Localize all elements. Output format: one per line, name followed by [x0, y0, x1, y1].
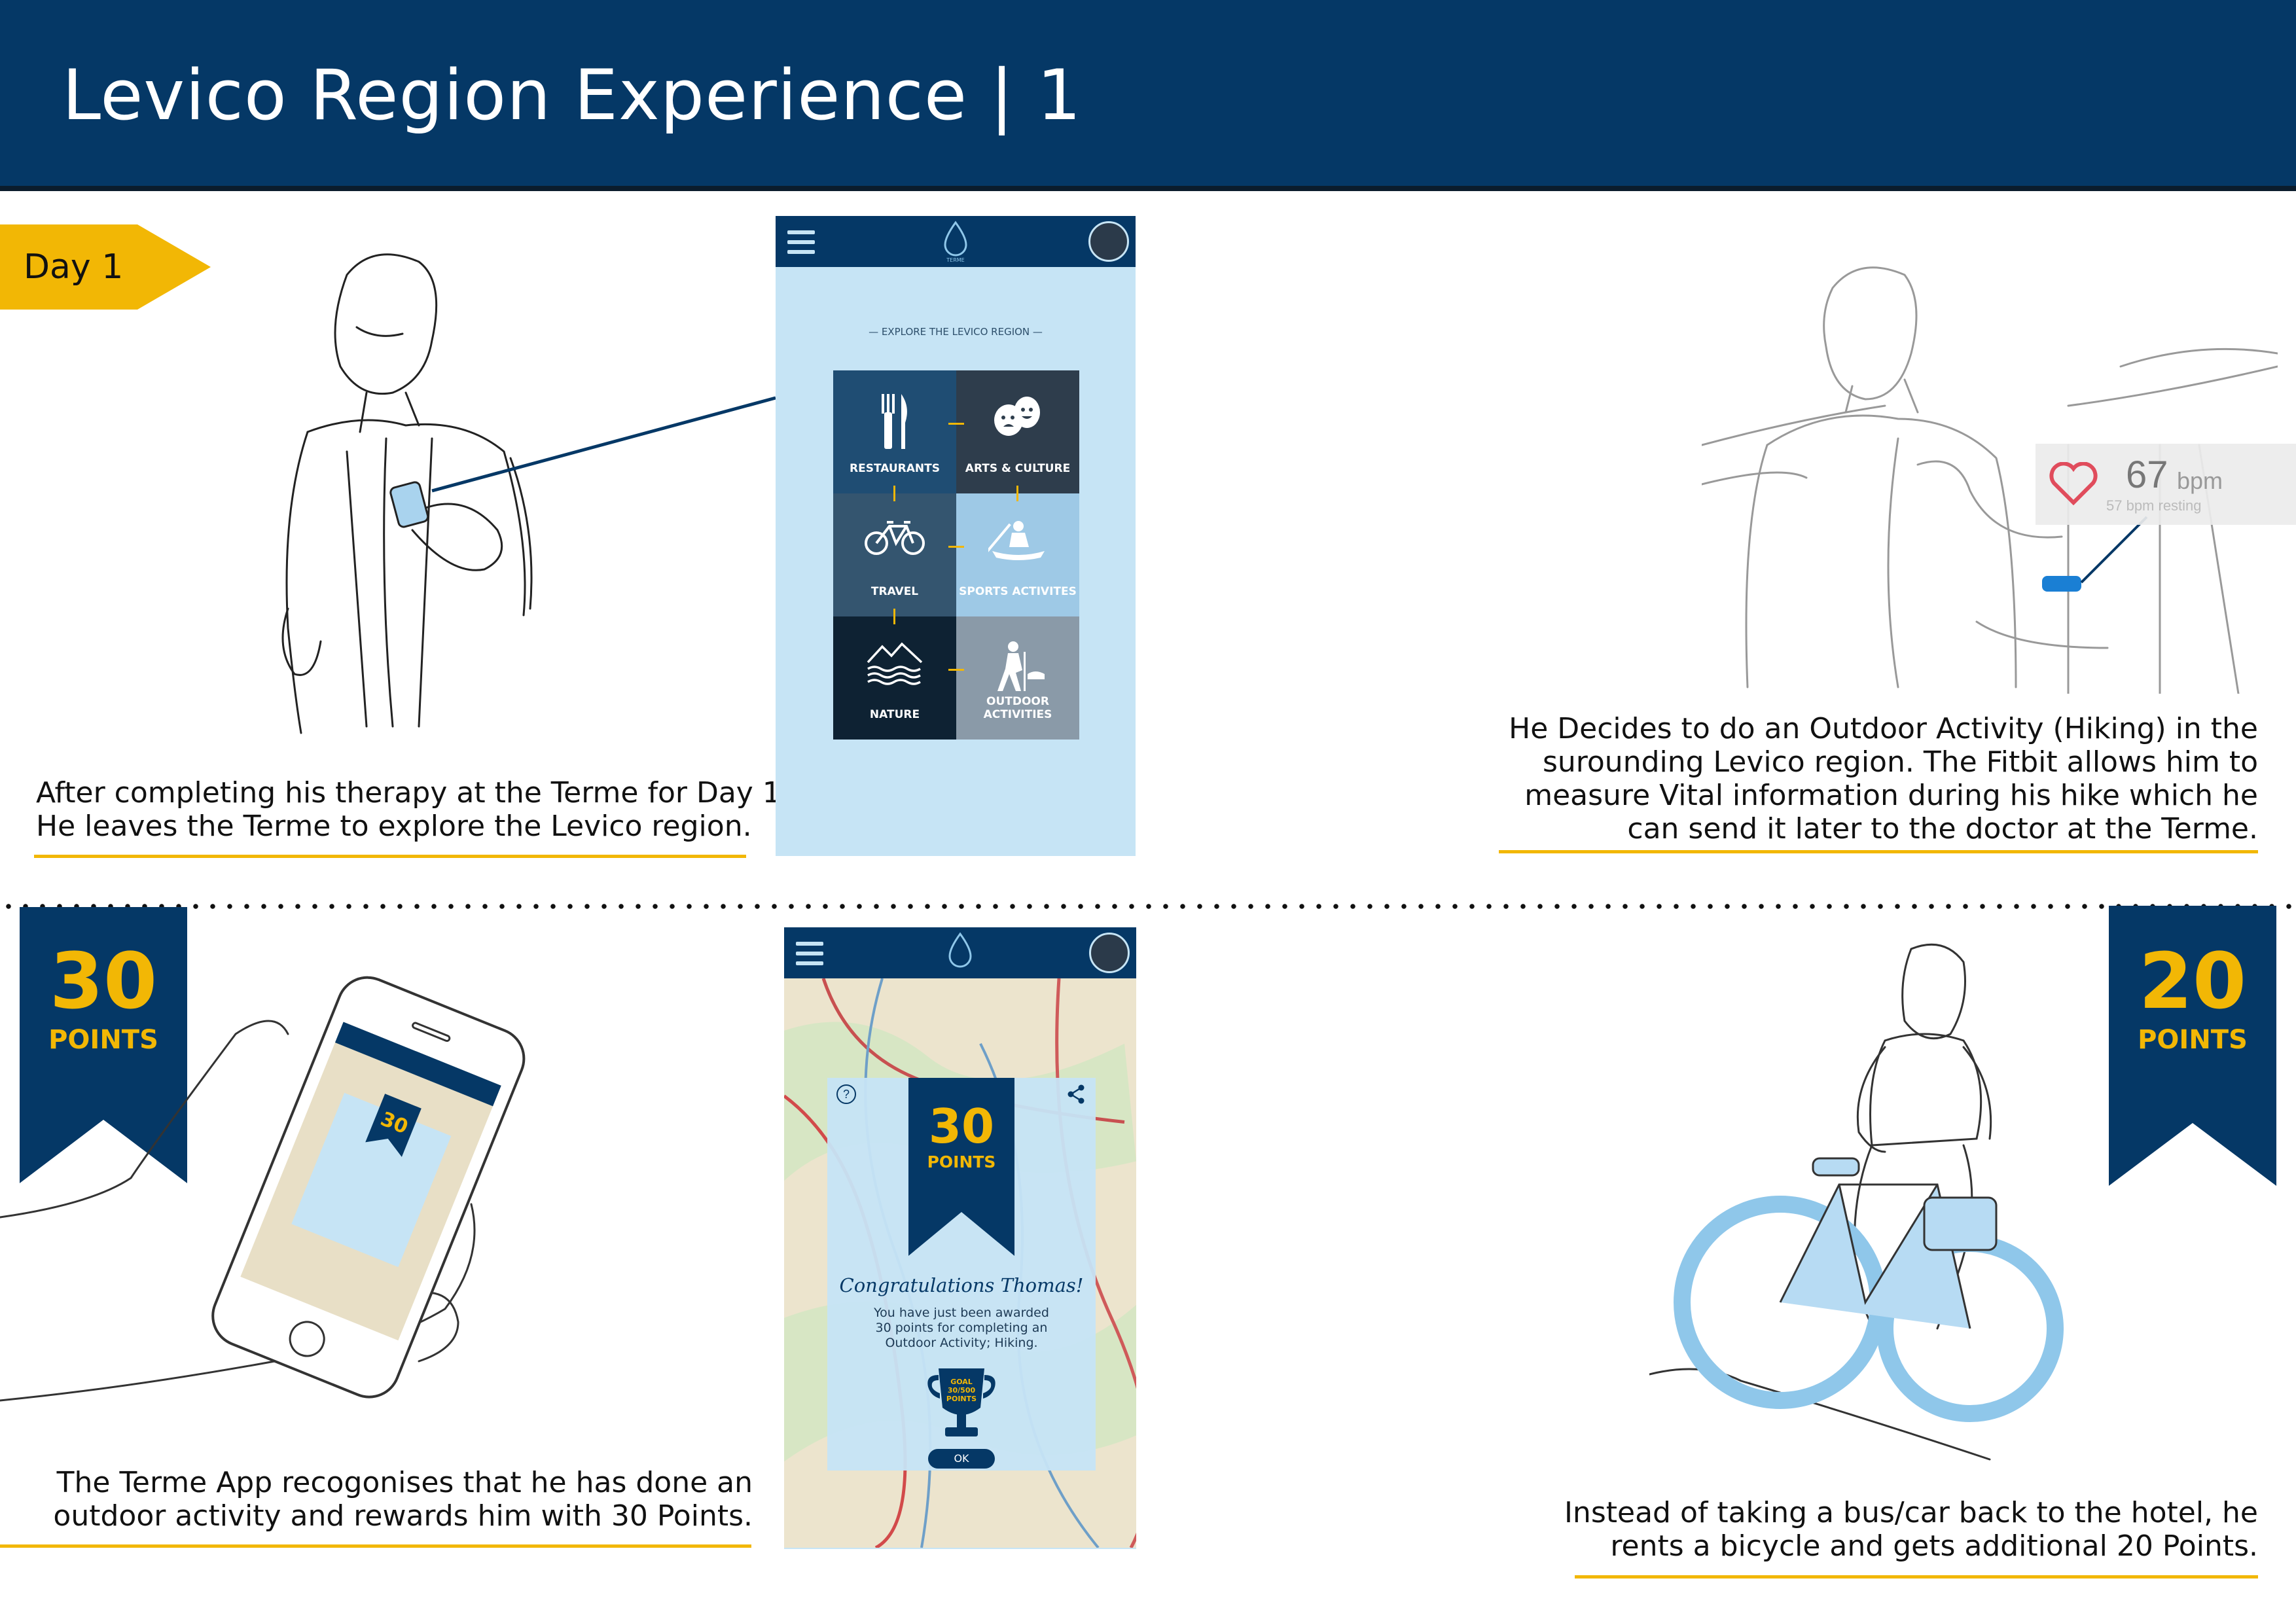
- tile-restaurants[interactable]: RESTAURANTS: [833, 370, 956, 493]
- grid-connector: [1016, 486, 1018, 501]
- goal-line: POINTS: [946, 1395, 977, 1403]
- tile-label: ARTS & CULTURE: [965, 462, 1071, 475]
- caption-bottom-right: Instead of taking a bus/car back to the …: [1564, 1496, 2258, 1563]
- tile-outdoor-activities[interactable]: OUTDOOR ACTIVITIES: [956, 616, 1079, 740]
- logo-text: TERME: [946, 257, 964, 263]
- menu-icon[interactable]: [796, 942, 823, 965]
- tile-label: TRAVEL: [870, 585, 919, 598]
- caption-top-left: After completing his therapy at the Term…: [36, 776, 781, 843]
- goal-line: 30/500: [947, 1386, 976, 1395]
- fork-knife-icon: [882, 394, 907, 449]
- terme-logo-icon: TERME: [944, 221, 967, 263]
- message-line: 30 points for completing an: [875, 1321, 1048, 1335]
- kayak-icon: [988, 521, 1045, 560]
- caption-underline: [34, 855, 746, 858]
- tile-sports-activites[interactable]: SPORTS ACTIVITES: [956, 493, 1079, 616]
- reward-points-value: 30: [928, 1099, 995, 1154]
- message-line: Outdoor Activity; Hiking.: [885, 1336, 1038, 1350]
- congrats-heading: Congratulations Thomas!: [839, 1274, 1084, 1296]
- section-divider: [0, 904, 2296, 909]
- caption-line: After completing his therapy at the Term…: [36, 776, 781, 810]
- bpm-value: 67: [2126, 454, 2168, 496]
- tile-label: OUTDOOR ACTIVITIES: [983, 695, 1052, 721]
- grid-connector: [893, 486, 895, 501]
- theatre-masks-icon: [994, 397, 1040, 436]
- section-title: — EXPLORE THE LEVICO REGION —: [869, 326, 1043, 338]
- caption-line: can send it later to the doctor at the T…: [1627, 812, 2258, 846]
- goal-text: GOAL 30/500 POINTS: [925, 1378, 997, 1403]
- message-line: You have just been awarded: [874, 1306, 1049, 1320]
- connector-line-fitbit: [2080, 516, 2148, 584]
- bpm-resting: 57 bpm resting: [2106, 497, 2202, 514]
- app-top-bar: [784, 927, 1136, 978]
- grid-connector: [893, 609, 895, 624]
- fitbit-readout: 67 bpm 57 bpm resting: [2036, 444, 2296, 525]
- grid-connector: [948, 423, 964, 425]
- bicycle-icon: [865, 521, 925, 555]
- caption-line: Instead of taking a bus/car back to the …: [1564, 1496, 2258, 1529]
- reward-points-label: POINTS: [927, 1152, 996, 1171]
- caption-underline: [1575, 1575, 2258, 1578]
- category-grid: RESTAURANTS ARTS & CULTURE TRAVEL SPORTS…: [833, 370, 1079, 740]
- tile-label: NATURE: [869, 708, 920, 721]
- caption-line: He leaves the Terme to explore the Levic…: [36, 810, 752, 843]
- ribbon-points-label: POINTS: [2138, 1025, 2248, 1055]
- ok-button[interactable]: OK: [928, 1449, 995, 1469]
- caption-line: The Terme App recogonises that he has do…: [56, 1466, 753, 1499]
- connector-line-phone: [431, 396, 776, 493]
- ribbon-points-value: 20: [2138, 936, 2247, 1026]
- terme-logo-icon: [948, 932, 972, 968]
- share-icon[interactable]: [1067, 1084, 1085, 1104]
- caption-underline: [0, 1544, 751, 1548]
- caption-line: outdoor activity and rewards him with 30…: [53, 1499, 753, 1533]
- phone-in-hand: [389, 481, 429, 528]
- avatar[interactable]: [1088, 221, 1129, 262]
- caption-underline: [1499, 850, 2258, 853]
- reward-popup: ? 30 POINTS Congratulations Thomas! You …: [827, 1078, 1096, 1471]
- caption-bottom-left: The Terme App recogonises that he has do…: [53, 1466, 753, 1533]
- help-icon[interactable]: ?: [836, 1084, 856, 1104]
- app-top-bar: TERME: [776, 216, 1136, 267]
- caption-line: measure Vital information during his hik…: [1524, 779, 2258, 812]
- caption-top-right: He Decides to do an Outdoor Activity (Hi…: [1509, 712, 2258, 846]
- caption-line: rents a bicycle and gets additional 20 P…: [1610, 1529, 2258, 1563]
- caption-line: He Decides to do an Outdoor Activity (Hi…: [1509, 712, 2258, 745]
- tile-nature[interactable]: NATURE: [833, 616, 956, 740]
- caption-line: surounding Levico region. The Fitbit all…: [1542, 745, 2258, 779]
- page-title: Levico Region Experience | 1: [62, 55, 1082, 135]
- tile-arts-culture[interactable]: ARTS & CULTURE: [956, 370, 1079, 493]
- mountain-lake-icon: [867, 642, 923, 685]
- tile-label: RESTAURANTS: [850, 462, 940, 475]
- cyclist-sketch: [1649, 943, 2064, 1461]
- hiker-icon: [997, 641, 1045, 691]
- heart-icon: [2049, 462, 2098, 505]
- hand-phone-sketch: 30: [0, 976, 526, 1402]
- day-tag-label: Day 1: [24, 247, 124, 287]
- grid-connector: [948, 669, 964, 671]
- reward-screen: ? 30 POINTS Congratulations Thomas! You …: [784, 927, 1136, 1549]
- goal-line: GOAL: [950, 1378, 973, 1386]
- tile-travel[interactable]: TRAVEL: [833, 493, 956, 616]
- bpm-unit: bpm: [2177, 467, 2223, 494]
- menu-icon[interactable]: [787, 230, 815, 254]
- reward-message: You have just been awarded 30 points for…: [827, 1306, 1096, 1351]
- explore-screen: TERME — EXPLORE THE LEVICO REGION — REST…: [776, 216, 1136, 856]
- tile-label: SPORTS ACTIVITES: [959, 585, 1077, 598]
- avatar[interactable]: [1089, 933, 1130, 973]
- grid-connector: [948, 546, 964, 548]
- fitbit-band: [2042, 576, 2081, 592]
